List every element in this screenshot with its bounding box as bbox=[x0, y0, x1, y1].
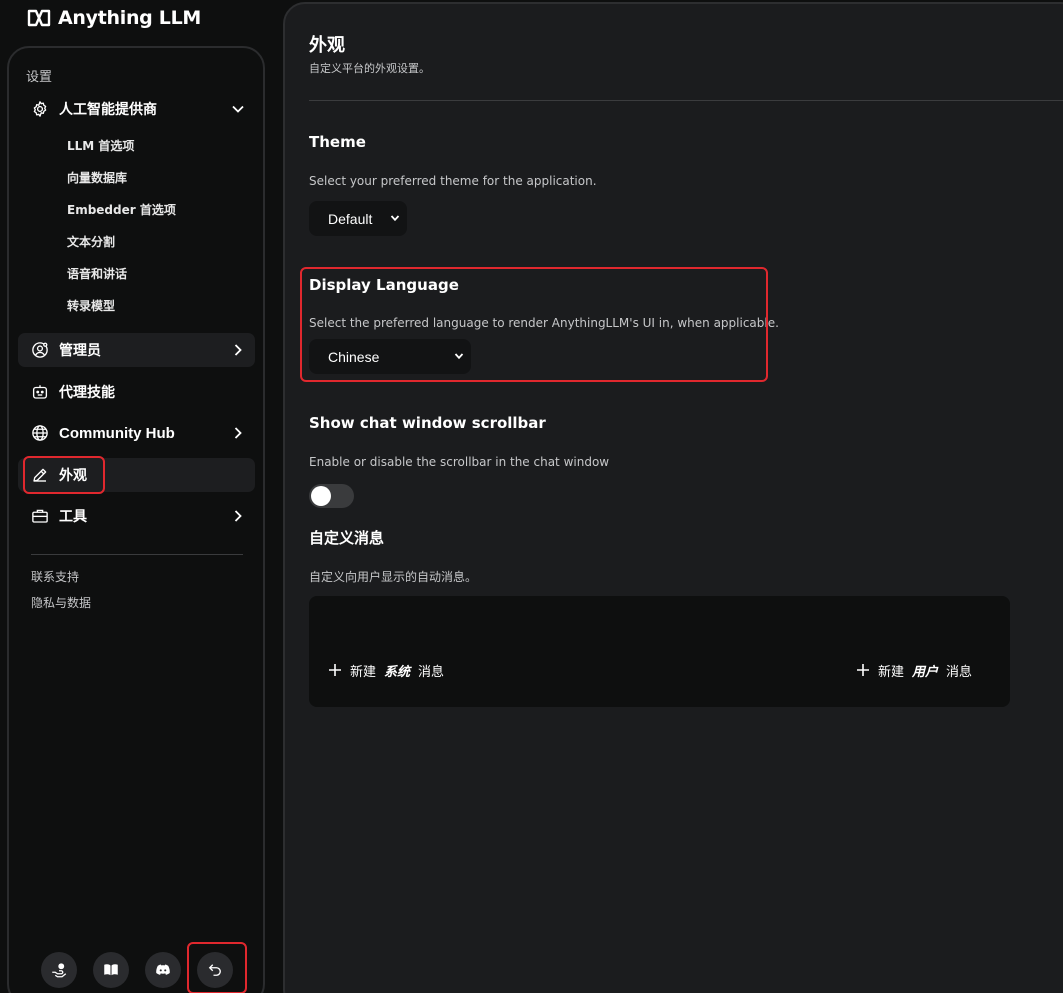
chevron-right-icon bbox=[231, 343, 245, 357]
scrollbar-title: Show chat window scrollbar bbox=[309, 414, 546, 432]
sidebar-item-label: 外观 bbox=[59, 468, 87, 484]
sidebar-divider bbox=[31, 554, 243, 555]
button-emphasis: 系统 bbox=[384, 664, 411, 680]
chevron-right-icon bbox=[231, 426, 245, 440]
sidebar-item-label: 工具 bbox=[59, 509, 87, 525]
sidebar-item-label: 人工智能提供商 bbox=[59, 102, 157, 118]
sidebar-subitem-llm-preference[interactable]: LLM 首选项 bbox=[67, 137, 134, 155]
button-suffix: 消息 bbox=[946, 664, 973, 680]
theme-description: Select your preferred theme for the appl… bbox=[309, 174, 597, 188]
toggle-knob bbox=[311, 486, 331, 506]
pencil-icon bbox=[31, 466, 49, 484]
sidebar-item-agent-skills[interactable]: 代理技能 bbox=[18, 375, 255, 409]
chevron-down-icon bbox=[231, 102, 245, 116]
toolbox-icon bbox=[31, 507, 49, 525]
sidebar-subitem-voice-speech[interactable]: 语音和讲话 bbox=[67, 265, 127, 283]
sidebar-item-appearance[interactable]: 外观 bbox=[18, 458, 255, 492]
sidebar-item-admin[interactable]: 管理员 bbox=[18, 333, 255, 367]
sidebar-subitem-vector-database[interactable]: 向量数据库 bbox=[67, 169, 127, 187]
discord-button[interactable] bbox=[145, 952, 181, 988]
button-prefix: 新建 bbox=[878, 664, 905, 680]
chevron-right-icon bbox=[231, 509, 245, 523]
sidebar-section-title: 设置 bbox=[26, 70, 53, 85]
back-arrow-icon bbox=[208, 964, 221, 976]
button-suffix: 消息 bbox=[418, 664, 445, 680]
contact-support-link[interactable]: 联系支持 bbox=[31, 568, 79, 585]
display-language-select[interactable]: Chinese bbox=[309, 339, 471, 374]
sidebar-item-label: 代理技能 bbox=[59, 385, 115, 401]
sidebar-item-tools[interactable]: 工具 bbox=[18, 499, 255, 533]
sidebar-subitem-transcription-model[interactable]: 转录模型 bbox=[67, 297, 115, 315]
new-user-message-button[interactable]: 新建 用户 消息 bbox=[856, 658, 972, 682]
globe-icon bbox=[31, 424, 49, 442]
custom-messages-box: 新建 系统 消息 新建 用户 消息 bbox=[309, 596, 1010, 707]
plus-icon bbox=[857, 664, 869, 676]
custom-messages-title: 自定义消息 bbox=[309, 529, 385, 547]
chevron-down-icon bbox=[390, 213, 400, 223]
user-gear-icon bbox=[31, 341, 49, 359]
sidebar-item-label: 管理员 bbox=[59, 343, 101, 359]
sidebar-item-ai-providers[interactable]: 人工智能提供商 bbox=[18, 92, 255, 126]
button-prefix: 新建 bbox=[350, 664, 377, 680]
sidebar-item-community-hub[interactable]: Community Hub bbox=[18, 416, 255, 450]
book-icon bbox=[104, 964, 118, 976]
theme-select[interactable]: Default bbox=[309, 201, 407, 236]
page-subtitle: 自定义平台的外观设置。 bbox=[309, 62, 430, 75]
privacy-data-link[interactable]: 隐私与数据 bbox=[31, 594, 91, 611]
scrollbar-toggle[interactable] bbox=[309, 484, 354, 508]
gear-icon bbox=[31, 100, 49, 118]
header-divider bbox=[309, 100, 1063, 101]
back-button[interactable] bbox=[197, 952, 233, 988]
display-language-title: Display Language bbox=[309, 276, 459, 294]
sidebar-item-label: Community Hub bbox=[59, 424, 175, 442]
plus-icon bbox=[329, 664, 341, 676]
discord-icon bbox=[156, 964, 170, 975]
chevron-down-icon bbox=[454, 351, 464, 361]
display-language-description: Select the preferred language to render … bbox=[309, 316, 779, 330]
button-emphasis: 用户 bbox=[912, 664, 939, 680]
theme-title: Theme bbox=[309, 133, 366, 151]
appearance-settings-panel: 外观 自定义平台的外观设置。 Theme Select your preferr… bbox=[283, 2, 1063, 993]
sidebar-subitem-embedder-preference[interactable]: Embedder 首选项 bbox=[67, 201, 176, 219]
docs-button[interactable] bbox=[93, 952, 129, 988]
sidebar-subitem-text-splitting[interactable]: 文本分割 bbox=[67, 233, 115, 251]
scrollbar-description: Enable or disable the scrollbar in the c… bbox=[309, 455, 610, 469]
support-button[interactable] bbox=[41, 952, 77, 988]
theme-select-value: Default bbox=[328, 210, 373, 227]
brand-logo[interactable]: Anything LLM bbox=[27, 5, 201, 31]
page-title: 外观 bbox=[309, 35, 345, 56]
custom-messages-description: 自定义向用户显示的自动消息。 bbox=[309, 570, 478, 584]
robot-icon bbox=[31, 383, 49, 401]
hand-coin-icon bbox=[52, 963, 67, 978]
brand-name: Anything LLM bbox=[58, 7, 202, 29]
display-language-select-value: Chinese bbox=[328, 348, 380, 365]
settings-sidebar: 设置 人工智能提供商 LLM 首选项 向量数据库 Embedder 首选项 文本… bbox=[7, 46, 265, 993]
app-root: Anything LLM 设置 人工智能提供商 LLM 首选项 向量数据库 Em… bbox=[0, 0, 1063, 993]
new-system-message-button[interactable]: 新建 系统 消息 bbox=[328, 658, 444, 682]
anythingllm-logo-icon bbox=[27, 9, 51, 27]
